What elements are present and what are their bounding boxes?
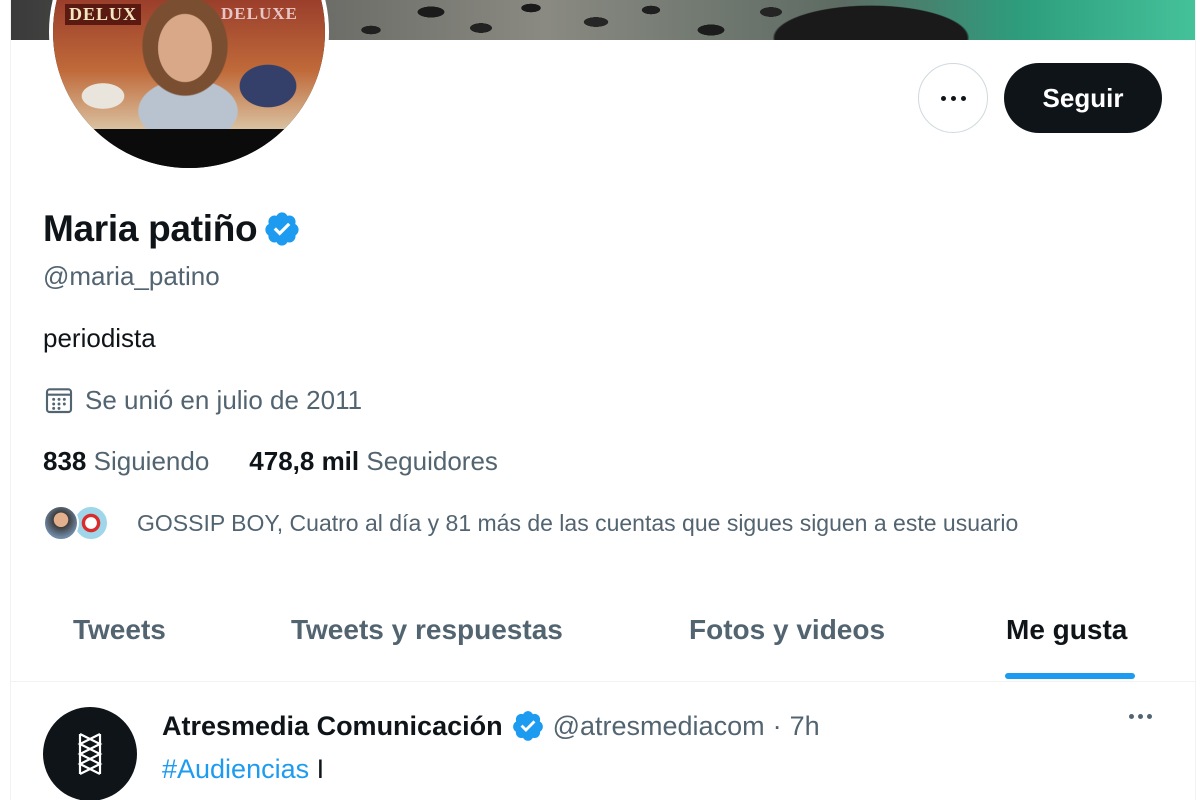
tweet-text: #Audiencias I — [162, 754, 324, 785]
follow-button[interactable]: Seguir — [1004, 63, 1162, 133]
tweet-more-icon[interactable] — [1129, 714, 1152, 719]
tab-tweets-replies[interactable]: Tweets y respuestas — [291, 614, 563, 646]
tab-tweets[interactable]: Tweets — [73, 614, 166, 646]
known-followers[interactable]: GOSSIP BOY, Cuatro al día y 81 más de la… — [43, 505, 1018, 541]
more-horizontal-icon — [940, 95, 966, 101]
tweet-text-rest: I — [309, 754, 325, 784]
atresmedia-logo-icon — [77, 733, 103, 775]
profile-stats: 838 Siguiendo 478,8 mil Seguidores — [43, 446, 498, 477]
tweet-separator: · — [772, 710, 782, 741]
active-tab-indicator — [1005, 673, 1135, 679]
verified-badge-icon[interactable] — [263, 210, 301, 248]
tweet-header: Atresmedia Comunicación @atresmediacom ·… — [162, 709, 820, 743]
profile-page: DELUX DELUXE Seguir Maria patiño @maria_… — [10, 0, 1196, 800]
avatar-sign-right: DELUXE — [221, 4, 298, 23]
tab-likes[interactable]: Me gusta — [1006, 614, 1127, 646]
profile-name-row: Maria patiño — [43, 208, 301, 250]
profile-tabs: Tweets Tweets y respuestas Fotos y video… — [11, 596, 1195, 682]
followers-count: 478,8 mil — [249, 446, 360, 476]
calendar-icon — [45, 388, 73, 414]
profile-name: Maria patiño — [43, 208, 258, 249]
tweet-author-handle[interactable]: @atresmediacom — [553, 711, 765, 742]
following-count: 838 — [43, 446, 87, 476]
tweet-hashtag[interactable]: #Audiencias — [162, 754, 309, 784]
following-stat[interactable]: 838 Siguiendo — [43, 446, 209, 477]
joined-date: Se unió en julio de 2011 — [85, 384, 363, 415]
avatar-bottom — [53, 129, 325, 168]
profile-handle: @maria_patino — [43, 261, 220, 291]
known-followers-avatars — [43, 505, 113, 541]
followers-label: Seguidores — [366, 446, 498, 476]
followers-stat[interactable]: 478,8 mil Seguidores — [249, 446, 498, 477]
avatar-sign-left: DELUX — [65, 4, 142, 25]
tweet-author-name[interactable]: Atresmedia Comunicación — [162, 711, 503, 742]
more-options-button[interactable] — [918, 63, 988, 133]
tab-media[interactable]: Fotos y videos — [689, 614, 885, 646]
verified-badge-icon — [512, 711, 543, 741]
profile-bio: periodista — [43, 323, 156, 353]
tweet-author-avatar[interactable] — [43, 707, 137, 800]
profile-joined-row: Se unió en julio de 2011 — [43, 384, 362, 416]
following-label: Siguiendo — [93, 446, 210, 476]
profile-avatar[interactable]: DELUX DELUXE — [49, 0, 329, 172]
known-follower-avatar — [43, 505, 79, 541]
tweet-time[interactable]: 7h — [790, 711, 820, 742]
known-followers-text: GOSSIP BOY, Cuatro al día y 81 más de la… — [137, 509, 1019, 536]
